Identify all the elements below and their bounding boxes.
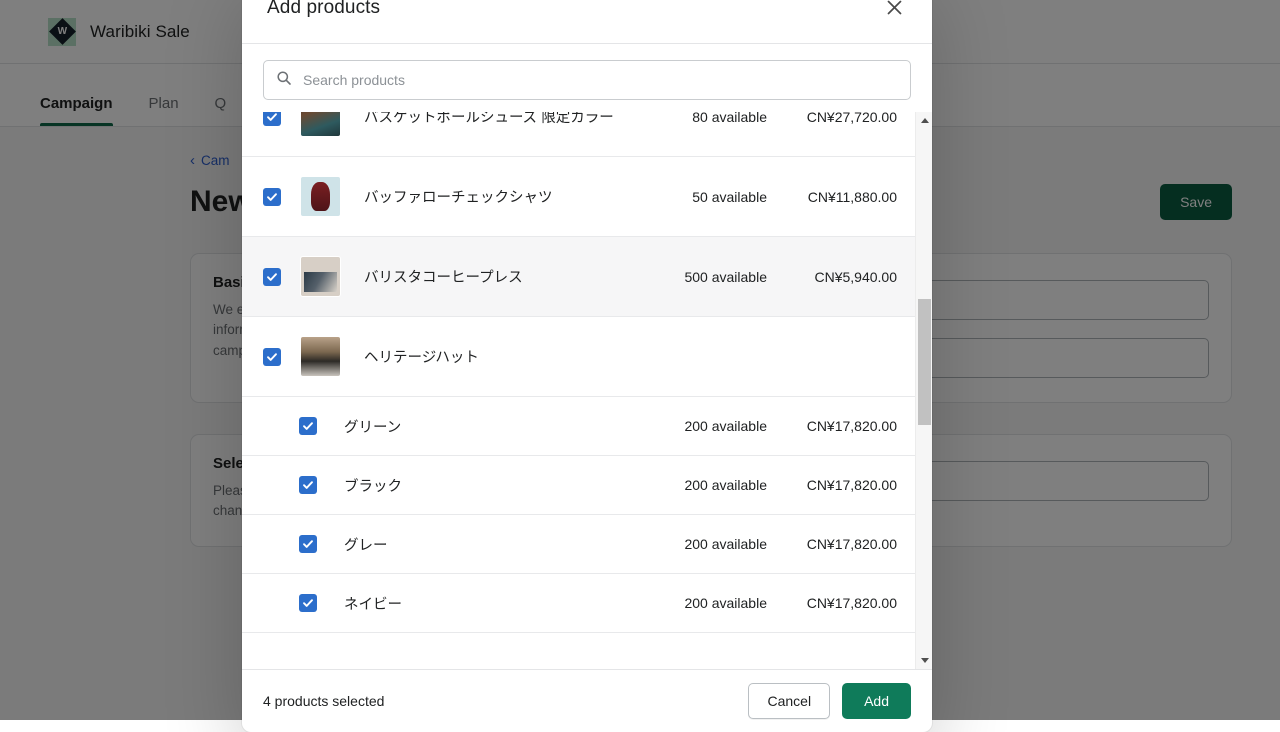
row-title: バッファローチェックシャツ: [364, 186, 692, 207]
variant-row[interactable]: ネイビー200 available CN¥17,820.00: [242, 574, 915, 633]
row-availability: 200 available: [684, 477, 767, 493]
row-checkbox[interactable]: [299, 476, 317, 494]
modal-header: Add products: [242, 0, 932, 44]
row-availability: 50 available: [692, 189, 767, 205]
search-icon: [276, 70, 292, 91]
row-title: バリスタコーヒープレス: [364, 266, 684, 287]
row-title: バスケットボールシューズ 限定カラー: [364, 112, 692, 127]
search-section: [242, 44, 932, 112]
row-checkbox[interactable]: [299, 417, 317, 435]
row-price: CN¥27,720.00: [779, 112, 897, 125]
product-list-scroll-area: バスケットボールシューズ 限定カラー80 available CN¥27,720.…: [242, 112, 915, 669]
row-title: グリーン: [344, 416, 684, 437]
row-price: CN¥17,820.00: [779, 418, 897, 434]
coffee-press-thumbnail: [300, 256, 341, 297]
add-products-modal: Add products バスケットボールシューズ 限定カラー80 availa…: [242, 0, 932, 732]
modal-title: Add products: [267, 0, 380, 19]
scroll-up-arrow-icon[interactable]: [916, 112, 932, 129]
row-availability: 500 available: [684, 269, 767, 285]
row-title: グレー: [344, 534, 684, 555]
row-checkbox[interactable]: [263, 268, 281, 286]
row-price: CN¥11,880.00: [779, 189, 897, 205]
product-row[interactable]: バスケットボールシューズ 限定カラー80 available CN¥27,720.…: [242, 112, 915, 157]
row-price: CN¥17,820.00: [779, 595, 897, 611]
row-availability: 200 available: [684, 536, 767, 552]
variant-row[interactable]: ブラック200 available CN¥17,820.00: [242, 456, 915, 515]
row-checkbox[interactable]: [299, 594, 317, 612]
product-row[interactable]: ヘリテージハット: [242, 317, 915, 397]
cancel-button[interactable]: Cancel: [748, 683, 830, 719]
shirt-thumbnail: [300, 176, 341, 217]
search-box[interactable]: [263, 60, 911, 100]
product-row[interactable]: バリスタコーヒープレス500 available CN¥5,940.00: [242, 237, 915, 317]
hat-thumbnail: [300, 336, 341, 377]
product-list-scrollbar[interactable]: [915, 112, 932, 669]
close-icon[interactable]: [877, 0, 911, 25]
row-checkbox[interactable]: [263, 112, 281, 126]
row-price: CN¥5,940.00: [779, 269, 897, 285]
scroll-down-arrow-icon[interactable]: [916, 652, 932, 669]
variant-row[interactable]: グリーン200 available CN¥17,820.00: [242, 397, 915, 456]
row-availability: 200 available: [684, 595, 767, 611]
add-button[interactable]: Add: [842, 683, 911, 719]
variant-row[interactable]: グレー200 available CN¥17,820.00: [242, 515, 915, 574]
search-input[interactable]: [303, 72, 898, 88]
row-price: CN¥17,820.00: [779, 536, 897, 552]
product-list: バスケットボールシューズ 限定カラー80 available CN¥27,720.…: [242, 112, 932, 670]
row-price: CN¥17,820.00: [779, 477, 897, 493]
scrollbar-thumb[interactable]: [918, 299, 931, 425]
row-title: ヘリテージハット: [364, 346, 767, 367]
row-title: ブラック: [344, 475, 684, 496]
shoes-thumbnail: [300, 112, 341, 137]
row-checkbox[interactable]: [263, 348, 281, 366]
row-title: ネイビー: [344, 593, 684, 614]
row-availability: 200 available: [684, 418, 767, 434]
modal-footer: 4 products selected Cancel Add: [242, 670, 932, 732]
row-checkbox[interactable]: [299, 535, 317, 553]
row-availability: 80 available: [692, 112, 767, 125]
selected-count-label: 4 products selected: [263, 693, 384, 709]
product-row[interactable]: バッファローチェックシャツ50 available CN¥11,880.00: [242, 157, 915, 237]
row-checkbox[interactable]: [263, 188, 281, 206]
